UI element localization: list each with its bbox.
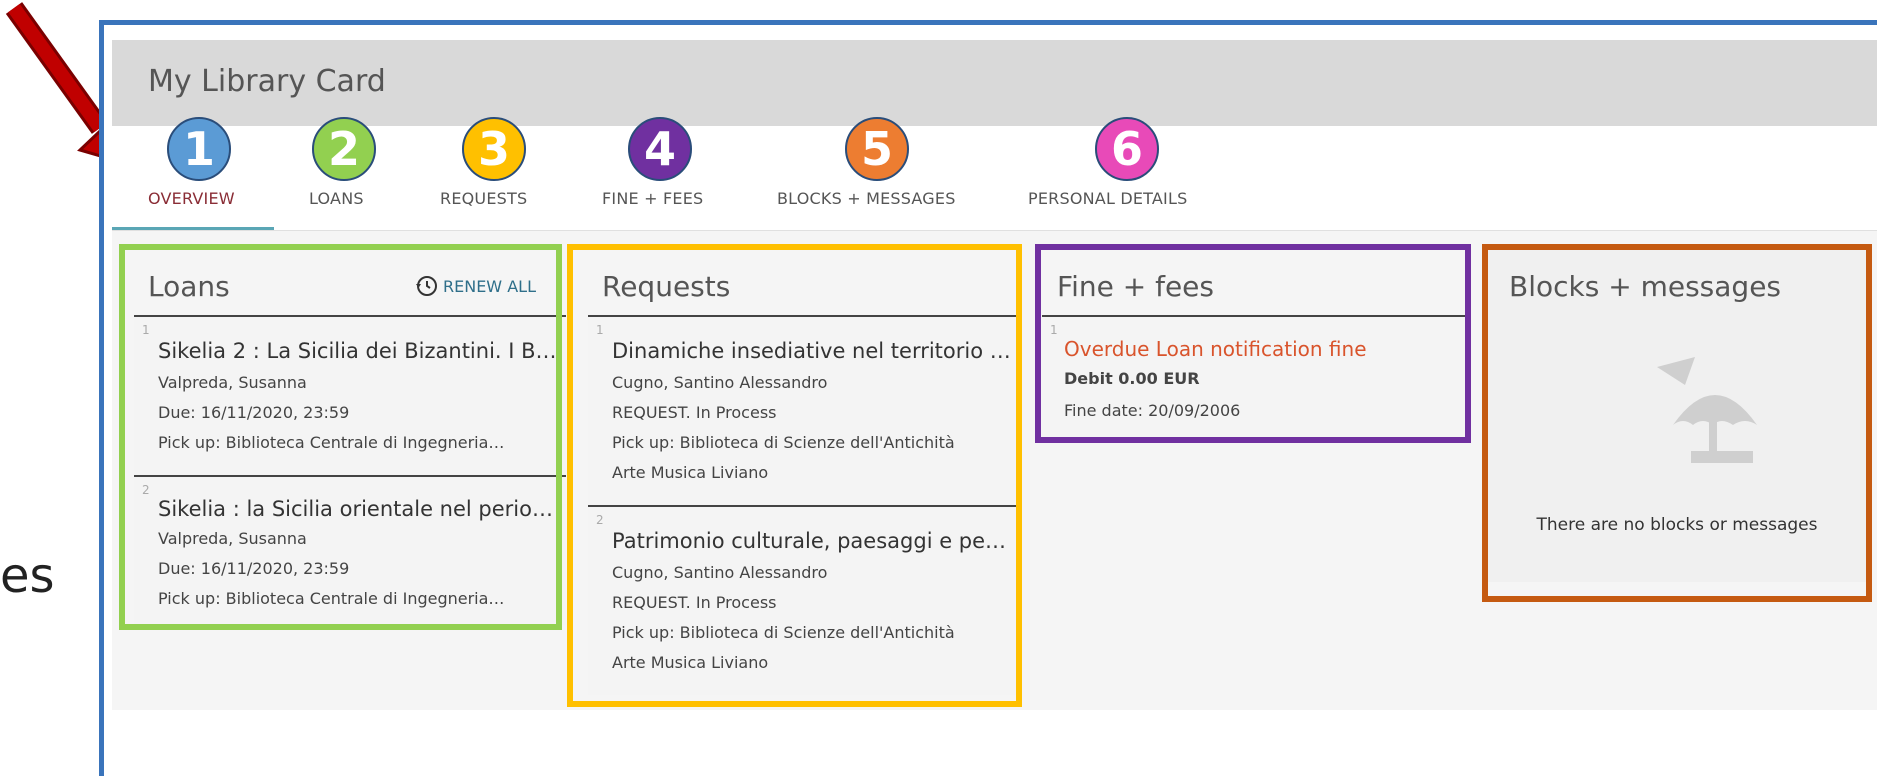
loans-highlight-box	[119, 244, 562, 630]
tab-blocks-messages[interactable]: BLOCKS + MESSAGES	[777, 189, 956, 208]
fines-highlight-box	[1035, 244, 1471, 443]
tab-number-badge: 6	[1095, 117, 1159, 181]
tab-number-badge: 4	[628, 117, 692, 181]
requests-highlight-box	[567, 244, 1022, 707]
tab-personal-details[interactable]: PERSONAL DETAILS	[1028, 189, 1187, 208]
tab-fine-fees[interactable]: FINE + FEES	[602, 189, 703, 208]
tab-requests[interactable]: REQUESTS	[440, 189, 527, 208]
left-text-fragment: es	[0, 548, 55, 604]
tab-number-badge: 2	[312, 117, 376, 181]
tab-loans[interactable]: LOANS	[309, 189, 364, 208]
page-title: My Library Card	[148, 64, 386, 99]
tab-overview[interactable]: OVERVIEW	[148, 189, 235, 208]
tab-number-badge: 5	[845, 117, 909, 181]
tab-number-badge: 3	[462, 117, 526, 181]
tab-bar	[112, 126, 1877, 231]
tab-number-badge: 1	[167, 117, 231, 181]
active-tab-indicator	[112, 227, 274, 230]
blocks-highlight-box	[1482, 244, 1872, 602]
